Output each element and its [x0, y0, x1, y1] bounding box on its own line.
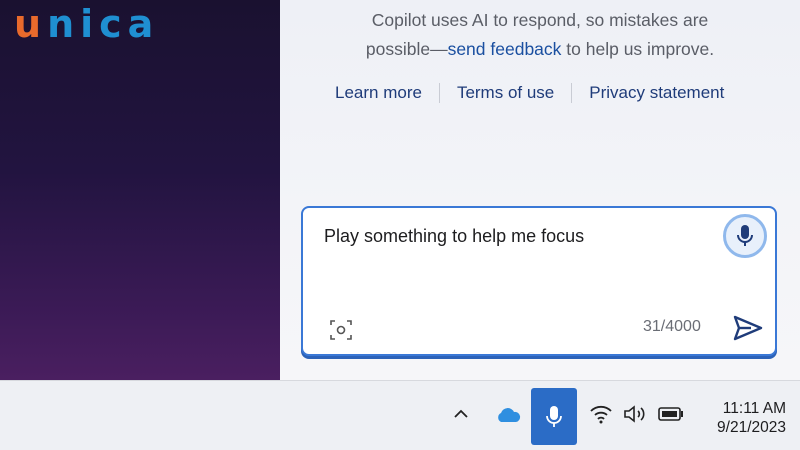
send-icon[interactable] — [733, 314, 763, 342]
footer-links: Learn more Terms of use Privacy statemen… — [335, 80, 724, 106]
microphone-icon — [737, 225, 753, 246]
desktop-background — [0, 0, 280, 380]
volume-icon — [624, 405, 645, 423]
taskbar: 11:11 AM 9/21/2023 — [0, 380, 800, 450]
taskbar-microphone-button[interactable] — [531, 388, 577, 445]
disclaimer-suffix: to help us improve. — [561, 39, 715, 59]
screenshot-camera-icon[interactable] — [329, 318, 353, 342]
character-count: 31/4000 — [643, 318, 701, 335]
chat-input-box[interactable]: Play something to help me focus 31/4000 — [301, 206, 777, 356]
send-feedback-link[interactable]: send feedback — [448, 39, 562, 59]
disclaimer-line1: Copilot uses AI to respond, so mistakes … — [371, 10, 709, 30]
onedrive-cloud-icon — [498, 408, 521, 422]
wifi-button[interactable] — [589, 403, 613, 425]
link-divider — [438, 83, 440, 103]
clock-time: 11:11 AM — [722, 400, 786, 417]
clock-date: 9/21/2023 — [717, 419, 786, 436]
disclaimer-text: Copilot uses AI to respond, so mistakes … — [320, 6, 760, 64]
taskbar-clock[interactable]: 11:11 AM 9/21/2023 — [700, 399, 786, 437]
microphone-icon — [546, 405, 562, 427]
chat-input-text[interactable]: Play something to help me focus — [324, 226, 584, 247]
copilot-panel: Copilot uses AI to respond, so mistakes … — [280, 0, 800, 380]
battery-icon — [658, 407, 683, 421]
chevron-up-icon — [454, 409, 468, 418]
onedrive-button[interactable] — [494, 405, 522, 425]
battery-button[interactable] — [658, 406, 684, 422]
unica-logo: unica — [14, 2, 160, 46]
terms-of-use-link[interactable]: Terms of use — [457, 83, 554, 103]
learn-more-link[interactable]: Learn more — [335, 83, 422, 103]
disclaimer-prefix: possible— — [365, 39, 448, 59]
volume-button[interactable] — [622, 403, 650, 425]
wifi-icon — [590, 405, 612, 424]
microphone-button[interactable] — [723, 214, 767, 258]
show-hidden-icons-button[interactable] — [450, 403, 472, 425]
privacy-statement-link[interactable]: Privacy statement — [589, 83, 724, 103]
link-divider — [571, 83, 573, 103]
